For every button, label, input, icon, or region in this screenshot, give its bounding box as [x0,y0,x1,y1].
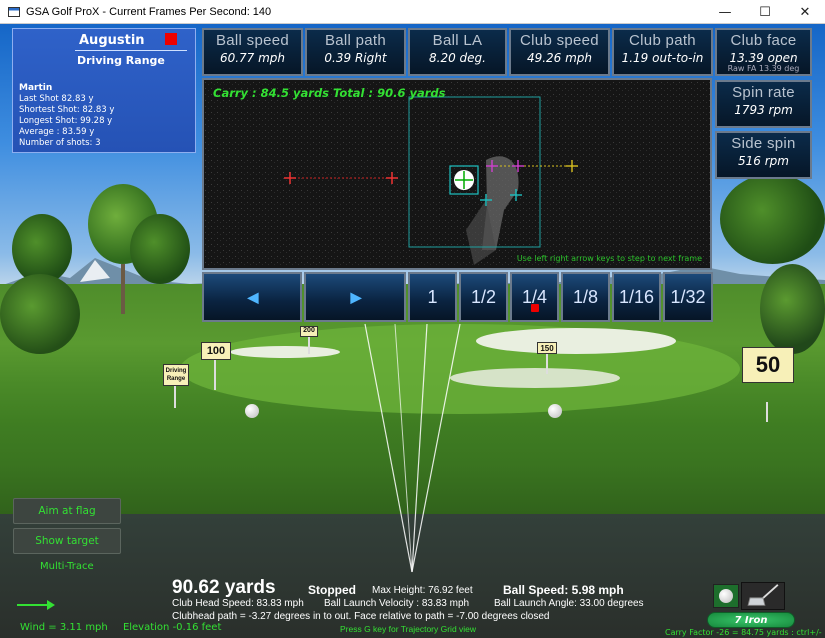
speed-1-16-button[interactable]: 1/16 [612,272,661,322]
stat-value: 13.39 open [729,51,798,65]
speed-label: 1/16 [618,286,655,307]
stat-value: 49.26 mph [526,51,593,65]
wind-readout: Wind = 3.11 mph Elevation -0.16 feet [20,622,221,633]
club-selector[interactable]: 7 Iron [707,612,795,628]
speed-1-8-button[interactable]: 1/8 [561,272,610,322]
stat-box-ball-path: Ball path 0.39 Right [305,28,406,76]
stat-value: 516 rpm [738,154,789,168]
trajectory-grid-hint: Press G key for Trajectory Grid view [340,624,477,634]
iron-club-icon[interactable] [741,582,785,610]
camera-view[interactable]: Carry : 84.5 yards Total : 90.6 yards Us… [202,78,712,270]
player-stats: Martin Last Shot 82.83 y Shortest Shot: … [19,83,114,149]
app-icon [8,6,20,17]
stat-value: 1793 rpm [734,103,793,117]
speed-label: 1/32 [670,286,706,307]
shot-distance: 90.62 yards [172,577,276,598]
club-head-speed: Club Head Speed: 83.83 mph [172,598,304,609]
stat-label: Spin rate [732,84,795,101]
elevation: Elevation -0.16 feet [122,622,222,633]
stat-box-club-speed: Club speed 49.26 mph [509,28,610,76]
stat-last-shot: Last Shot 82.83 y [19,94,94,104]
stat-box-club-face: Club face 13.39 open Raw FA 13.39 deg [715,28,812,76]
stat-box-club-path: Club path 1.19 out-to-in [612,28,713,76]
stats-player-name: Martin [19,83,53,93]
ball-launch-angle: Ball Launch Angle: 33.00 degrees [494,598,644,609]
stat-box-ball-la: Ball LA 8.20 deg. [408,28,507,76]
ball-speed-now: Ball Speed: 5.98 mph [503,583,624,597]
speed-1-32-button[interactable]: 1/32 [663,272,713,322]
stat-label: Ball path [324,32,387,49]
stat-value: 0.39 Right [324,51,387,65]
speed-label: 1/2 [470,286,497,307]
previous-frame-button[interactable]: ◀ [202,272,302,322]
skip-back-icon: ◀ [247,288,259,305]
stat-average: Average : 83.59 y [19,127,95,137]
window-titlebar: GSA Golf ProX - Current Frames Per Secon… [0,0,825,24]
frame-step-hint: Use left right arrow keys to step to nex… [516,254,702,263]
max-height: Max Height: 76.92 feet [372,585,473,596]
multi-trace-toggle[interactable]: Multi-Trace [40,561,94,572]
wind-speed: Wind = 3.11 mph [20,622,108,633]
player-panel: Augustin Driving Range Martin Last Shot … [12,28,196,153]
ball-select-icon[interactable] [713,584,739,608]
active-speed-indicator [530,304,539,312]
divider [75,50,187,51]
stat-box-spin-rate: Spin rate 1793 rpm [715,80,812,128]
stat-box-side-spin: Side spin 516 rpm [715,131,812,179]
carry-total-readout: Carry : 84.5 yards Total : 90.6 yards [213,86,446,100]
stat-label: Club speed [520,32,599,49]
camera-frame [204,80,710,268]
stat-box-ball-speed: Ball speed 60.77 mph [202,28,303,76]
stat-longest-shot: Longest Shot: 99.28 y [19,116,113,126]
stat-sub-value: Raw FA 13.39 deg [727,64,800,73]
player-name: Augustin [79,33,145,48]
window-controls: — ☐ ✕ [705,0,825,24]
speed-1-4-button[interactable]: 1/4 [510,272,559,322]
game-mode: Driving Range [77,54,165,67]
stat-value: 60.77 mph [219,51,286,65]
stat-value: 8.20 deg. [429,51,486,65]
speed-label: 1/8 [572,286,599,307]
close-button[interactable]: ✕ [785,0,825,24]
maximize-button[interactable]: ☐ [745,0,785,24]
stat-label: Ball LA [432,32,483,49]
show-target-button[interactable]: Show target [13,528,121,554]
carry-factor: Carry Factor -26 = 84.75 yards : ctrl+/- [665,628,822,637]
ball-status: Stopped [308,583,356,597]
next-frame-button[interactable]: ▶ [304,272,406,322]
stat-num-shots: Number of shots: 3 [19,138,101,148]
stat-label: Club face [730,32,797,49]
aim-at-flag-button[interactable]: Aim at flag [13,498,121,524]
player-color-indicator [165,33,177,45]
speed-label: 1 [427,286,438,307]
skip-forward-icon: ▶ [350,288,362,305]
ball-launch-velocity: Ball Launch Velocity : 83.83 mph [324,598,470,609]
speed-1-2-button[interactable]: 1/2 [459,272,508,322]
window-title: GSA Golf ProX - Current Frames Per Secon… [26,5,272,18]
stat-label: Ball speed [215,32,290,49]
minimize-button[interactable]: — [705,0,745,24]
wind-arrow-icon [17,600,55,610]
stat-label: Club path [629,32,696,49]
stat-value: 1.19 out-to-in [621,51,704,65]
clubhead-path-info: Clubhead path = -3.27 degrees in to out.… [172,611,550,622]
stat-shortest-shot: Shortest Shot: 82.83 y [19,105,115,115]
speed-1-button[interactable]: 1 [408,272,457,322]
stat-label: Side spin [731,135,796,152]
